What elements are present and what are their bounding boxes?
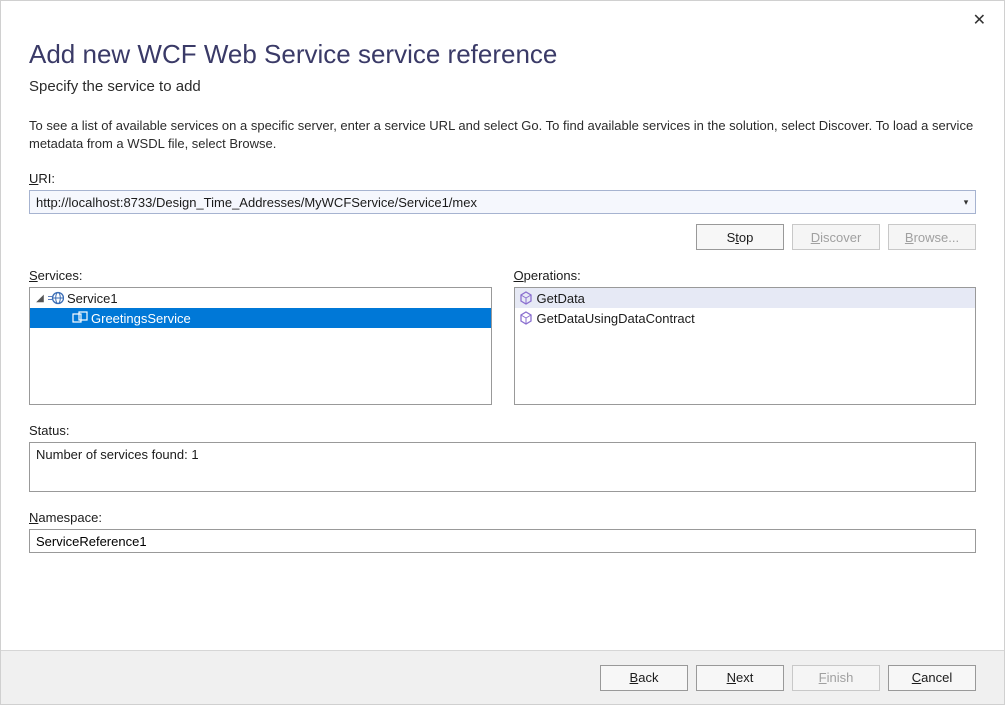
method-icon <box>519 291 533 305</box>
uri-label: URI: <box>29 171 976 186</box>
discover-button: Discover <box>792 224 880 250</box>
namespace-input[interactable] <box>29 529 976 553</box>
operation-row[interactable]: GetDataUsingDataContract <box>515 308 976 328</box>
dialog-content: Add new WCF Web Service service referenc… <box>1 1 1004 553</box>
operation-label: GetDataUsingDataContract <box>537 311 695 326</box>
operations-label: Operations: <box>514 268 977 283</box>
uri-combobox[interactable]: ▾ <box>29 190 976 214</box>
page-title: Add new WCF Web Service service referenc… <box>29 39 976 70</box>
chevron-down-icon[interactable]: ▾ <box>957 197 975 208</box>
tree-node-label: GreetingsService <box>91 311 191 326</box>
services-tree[interactable]: ◢ Service1 <box>29 287 492 405</box>
uri-input[interactable] <box>30 193 957 212</box>
operation-label: GetData <box>537 291 585 306</box>
back-button[interactable]: Back <box>600 665 688 691</box>
status-label: Status: <box>29 423 976 438</box>
operation-row[interactable]: GetData <box>515 288 976 308</box>
service-icon <box>72 311 88 325</box>
browse-button: Browse... <box>888 224 976 250</box>
footer-buttons: Back Next Finish Cancel <box>1 650 1004 704</box>
status-box: Number of services found: 1 <box>29 442 976 492</box>
operations-list[interactable]: GetData GetDataUsingDataContract <box>514 287 977 405</box>
namespace-label: Namespace: <box>29 510 976 525</box>
globe-icon <box>48 291 64 305</box>
services-label: Services: <box>29 268 492 283</box>
cancel-button[interactable]: Cancel <box>888 665 976 691</box>
finish-button: Finish <box>792 665 880 691</box>
page-subtitle: Specify the service to add <box>29 78 976 95</box>
stop-button[interactable]: Stop <box>696 224 784 250</box>
expand-collapse-icon[interactable]: ◢ <box>34 293 46 304</box>
help-text: To see a list of available services on a… <box>29 117 976 153</box>
status-text: Number of services found: 1 <box>36 447 199 462</box>
tree-node-label: Service1 <box>67 291 118 306</box>
method-icon <box>519 311 533 325</box>
next-button[interactable]: Next <box>696 665 784 691</box>
close-button[interactable]: ✕ <box>973 13 986 29</box>
tree-node-service1[interactable]: ◢ Service1 <box>30 288 491 308</box>
tree-node-greetingsservice[interactable]: GreetingsService <box>30 308 491 328</box>
